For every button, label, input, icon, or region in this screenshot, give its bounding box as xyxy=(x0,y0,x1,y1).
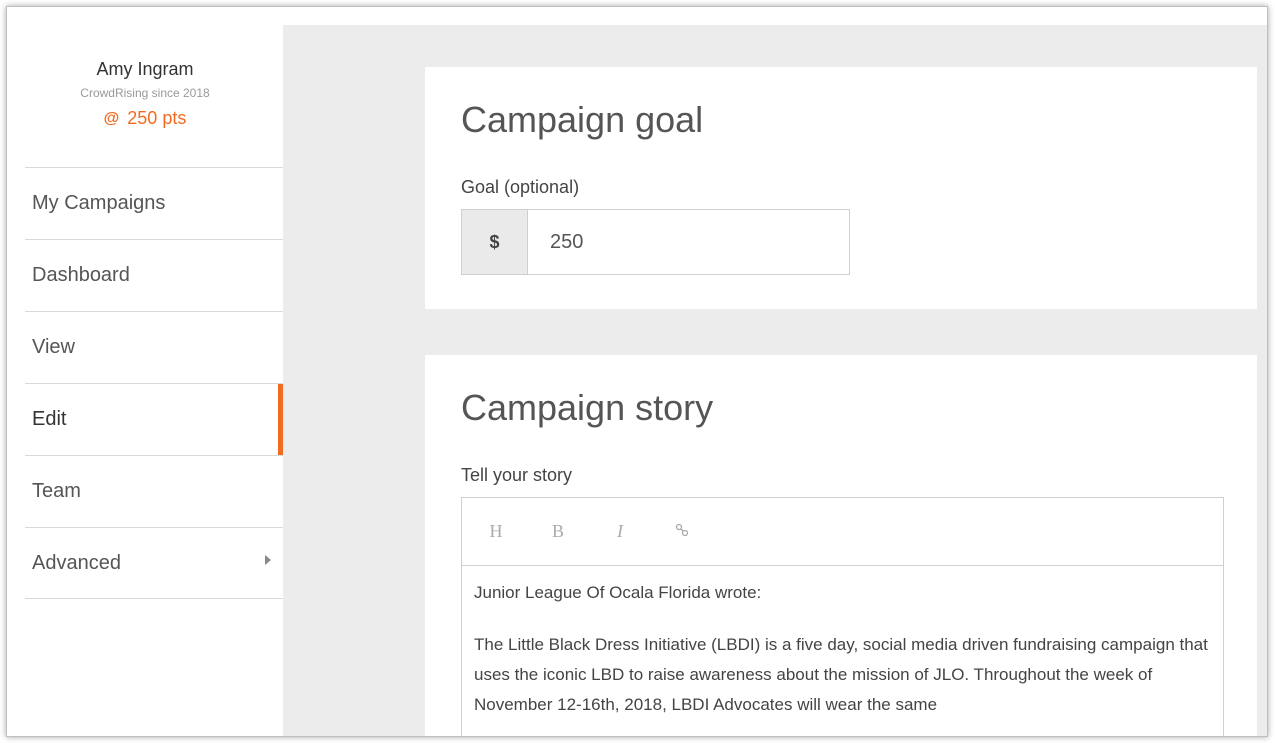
editor-toolbar: H B I xyxy=(462,498,1223,566)
sidebar: Amy Ingram CrowdRising since 2018 @ 250 … xyxy=(7,7,283,736)
link-icon-glyph xyxy=(675,523,689,537)
story-paragraph: The Little Black Dress Initiative (LBDI)… xyxy=(474,635,1208,714)
points-value: 250 pts xyxy=(127,108,187,128)
story-line: Junior League Of Ocala Florida wrote: xyxy=(474,583,762,602)
sidebar-item-label: Edit xyxy=(32,408,67,430)
campaign-goal-card: Campaign goal Goal (optional) $ 250 xyxy=(425,67,1257,309)
user-name: Amy Ingram xyxy=(96,59,194,79)
section-title: Campaign story xyxy=(461,387,714,428)
italic-button[interactable]: I xyxy=(610,521,630,542)
sidebar-item-my-campaigns[interactable]: My Campaigns xyxy=(25,167,283,239)
sidebar-nav: My Campaigns Dashboard View Edit Team Ad… xyxy=(25,167,283,599)
member-since: CrowdRising since 2018 xyxy=(80,86,210,100)
link-icon[interactable] xyxy=(672,521,692,542)
sidebar-item-label: Team xyxy=(32,480,81,502)
app-window: Amy Ingram CrowdRising since 2018 @ 250 … xyxy=(6,6,1268,737)
sidebar-item-advanced[interactable]: Advanced xyxy=(25,527,283,599)
goal-label: Goal (optional) xyxy=(461,177,580,197)
goal-input[interactable]: 250 xyxy=(528,210,849,274)
story-label: Tell your story xyxy=(461,465,573,485)
heading-button[interactable]: H xyxy=(486,521,506,542)
goal-field[interactable]: $ 250 xyxy=(461,209,850,275)
sidebar-item-label: View xyxy=(32,336,75,358)
sidebar-item-edit[interactable]: Edit xyxy=(25,383,283,455)
currency-prefix: $ xyxy=(462,210,528,274)
story-editor[interactable]: H B I Junior League Of Ocala Florida wro… xyxy=(461,497,1224,736)
main-content: Campaign goal Goal (optional) $ 250 Camp… xyxy=(283,25,1267,736)
sidebar-item-label: Dashboard xyxy=(32,264,130,286)
points-icon: @ xyxy=(103,109,120,127)
bold-button[interactable]: B xyxy=(548,521,568,542)
sidebar-item-dashboard[interactable]: Dashboard xyxy=(25,239,283,311)
points-badge: @ 250 pts xyxy=(104,108,187,129)
sidebar-item-label: My Campaigns xyxy=(32,192,166,214)
editor-content[interactable]: Junior League Of Ocala Florida wrote: Th… xyxy=(462,566,1223,736)
section-title: Campaign goal xyxy=(461,99,704,140)
sidebar-item-view[interactable]: View xyxy=(25,311,283,383)
sidebar-item-team[interactable]: Team xyxy=(25,455,283,527)
profile-card: Amy Ingram CrowdRising since 2018 @ 250 … xyxy=(7,7,283,167)
sidebar-item-label: Advanced xyxy=(32,551,121,574)
chevron-right-icon xyxy=(265,555,271,565)
campaign-story-card: Campaign story Tell your story H B I Jun… xyxy=(425,355,1257,736)
